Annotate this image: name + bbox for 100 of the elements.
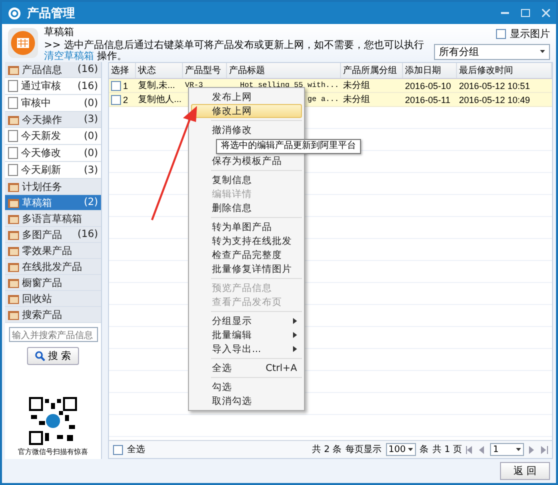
caret-icon bbox=[408, 448, 413, 451]
column-header[interactable]: 状态 bbox=[136, 63, 183, 78]
first-page-icon[interactable] bbox=[466, 446, 474, 454]
menu-item[interactable]: 保存为模板产品 bbox=[191, 154, 302, 168]
app-logo-icon bbox=[8, 6, 21, 20]
submenu-arrow-icon bbox=[293, 318, 297, 324]
sidebar-item[interactable]: 今天刷新 (3) bbox=[5, 162, 101, 179]
per-page-dropdown[interactable]: 100 bbox=[386, 443, 416, 456]
sidebar-item[interactable]: 今天新发 (0) bbox=[5, 128, 101, 145]
menu-item[interactable]: 修改上网 bbox=[191, 104, 302, 118]
window-title: 产品管理 bbox=[27, 4, 75, 22]
clear-drafts-link[interactable]: 清空草稿箱 bbox=[44, 50, 94, 62]
sidebar-item[interactable]: 审核中 (0) bbox=[5, 95, 101, 112]
total-count: 共 2 条 bbox=[312, 444, 342, 456]
table-cell-text: 复制,未... bbox=[137, 79, 176, 92]
document-icon bbox=[8, 164, 18, 176]
document-icon bbox=[8, 97, 18, 109]
column-header[interactable]: 添加日期 bbox=[403, 63, 457, 78]
hint-text: >> 选中产品信息后通过右键菜单可将产品发布或更新上网，如不需要，您也可以执行 清空草稿箱 操作。 bbox=[44, 40, 425, 62]
checkbox-label: 全选 bbox=[127, 444, 145, 456]
close-icon[interactable] bbox=[542, 9, 550, 17]
back-button[interactable]: 返 回 bbox=[500, 462, 550, 480]
per-page-label: 每页显示 bbox=[346, 444, 382, 456]
tooltip: 将选中的编辑产品更新到阿里平台 bbox=[216, 139, 361, 154]
table-cell-text: 2016-05-12 10:51 bbox=[458, 80, 532, 92]
document-icon bbox=[8, 130, 18, 142]
checkbox[interactable] bbox=[113, 444, 123, 454]
table-cell-text: 2016-05-11 bbox=[404, 94, 452, 106]
page-dropdown[interactable]: 1 bbox=[490, 443, 524, 456]
table-cell-text: 未分组 bbox=[342, 79, 371, 92]
menu-item[interactable]: 复制信息 bbox=[191, 173, 302, 187]
sidebar-item[interactable]: 今天修改 (0) bbox=[5, 145, 101, 162]
maximize-icon[interactable] bbox=[521, 9, 530, 17]
menu-item[interactable]: 撤消修改 bbox=[191, 123, 302, 137]
row-number: 1 bbox=[123, 80, 128, 90]
sidebar-item[interactable]: 通过审核 (16) bbox=[5, 78, 101, 95]
folder-icon bbox=[8, 294, 19, 304]
sidebar-item[interactable]: 橱窗产品 bbox=[5, 275, 101, 291]
menu-item[interactable]: 转为单图产品 bbox=[191, 220, 302, 234]
row-number: 2 bbox=[123, 94, 128, 104]
sidebar-item[interactable]: 草稿箱 (2) bbox=[5, 195, 101, 211]
column-header[interactable]: 选择 bbox=[109, 63, 136, 78]
checkbox[interactable] bbox=[111, 80, 121, 90]
unit-label: 条 bbox=[420, 444, 429, 456]
qr-code-drawing bbox=[29, 397, 77, 445]
page-count: 共 1 页 bbox=[432, 444, 462, 456]
search-field[interactable]: 输入并搜索产品信息 bbox=[9, 327, 98, 342]
column-header[interactable]: 产品所属分组 bbox=[341, 63, 403, 78]
sidebar-item[interactable]: 多语言草稿箱 bbox=[5, 211, 101, 227]
column-header[interactable]: 产品型号 bbox=[183, 63, 227, 78]
sidebar-item[interactable]: 搜索产品 bbox=[5, 307, 101, 323]
document-icon bbox=[8, 147, 18, 159]
previous-page-icon[interactable] bbox=[478, 446, 486, 454]
table-cell-text: 复制他人... bbox=[137, 93, 183, 106]
group-dropdown[interactable]: 所有分组 bbox=[434, 44, 550, 60]
menu-item[interactable]: 分组显示 bbox=[191, 314, 302, 328]
menu-item[interactable]: 删除信息 bbox=[191, 201, 302, 215]
checkbox[interactable] bbox=[111, 94, 121, 104]
menu-item[interactable]: 批量编辑 bbox=[191, 328, 302, 342]
document-icon bbox=[8, 80, 18, 92]
submenu-arrow-icon bbox=[293, 346, 297, 352]
show-images-checkbox[interactable]: 显示图片 bbox=[496, 26, 550, 40]
section-title: 草稿箱 bbox=[44, 26, 75, 38]
menu-item[interactable]: 批量修复详情图片 bbox=[191, 262, 302, 276]
menu-item[interactable]: 全选 Ctrl+A bbox=[191, 361, 302, 375]
folder-icon bbox=[8, 246, 19, 256]
folder-icon bbox=[8, 230, 19, 240]
sidebar-item[interactable]: 回收站 bbox=[5, 291, 101, 307]
menu-item[interactable]: 发布上网 bbox=[191, 90, 302, 104]
menu-item[interactable]: 勾选 bbox=[191, 380, 302, 394]
table-cell-text: 2016-05-12 10:49 bbox=[458, 94, 532, 106]
folder-icon bbox=[8, 114, 19, 124]
search-button[interactable]: 搜 索 bbox=[27, 347, 79, 365]
sidebar-item[interactable]: 计划任务 bbox=[5, 179, 101, 195]
table-cell-text: 未分组 bbox=[342, 93, 371, 106]
table-cell-text: 2016-05-10 bbox=[404, 80, 452, 92]
column-header[interactable]: 最后修改时间 bbox=[457, 63, 552, 78]
column-header[interactable]: 产品标题 bbox=[227, 63, 341, 78]
menu-item[interactable]: 取消勾选 bbox=[191, 394, 302, 408]
folder-icon bbox=[8, 198, 19, 208]
folder-icon bbox=[8, 262, 19, 272]
menu-item[interactable]: 导入导出... bbox=[191, 342, 302, 356]
sidebar-item[interactable]: 零效果产品 bbox=[5, 243, 101, 259]
submenu-arrow-icon bbox=[293, 332, 297, 338]
search-icon bbox=[35, 351, 46, 361]
sidebar-item[interactable]: 多图产品 (16) bbox=[5, 227, 101, 243]
next-page-icon[interactable] bbox=[528, 446, 536, 454]
menu-item[interactable]: 转为支持在线批发 bbox=[191, 234, 302, 248]
folder-icon bbox=[8, 278, 19, 288]
folder-icon bbox=[8, 214, 19, 224]
caret-icon bbox=[516, 448, 521, 451]
folder-icon bbox=[8, 182, 19, 192]
sidebar-item[interactable]: 产品信息 (16) bbox=[5, 62, 101, 78]
folder-icon bbox=[8, 310, 19, 320]
sidebar-item[interactable]: 在线批发产品 bbox=[5, 259, 101, 275]
caret-icon bbox=[540, 50, 545, 53]
folder-icon bbox=[8, 64, 19, 74]
menu-item[interactable]: 检查产品完整度 bbox=[191, 248, 302, 262]
sidebar-item[interactable]: 今天操作 (3) bbox=[5, 112, 101, 128]
last-page-icon[interactable] bbox=[540, 446, 548, 454]
